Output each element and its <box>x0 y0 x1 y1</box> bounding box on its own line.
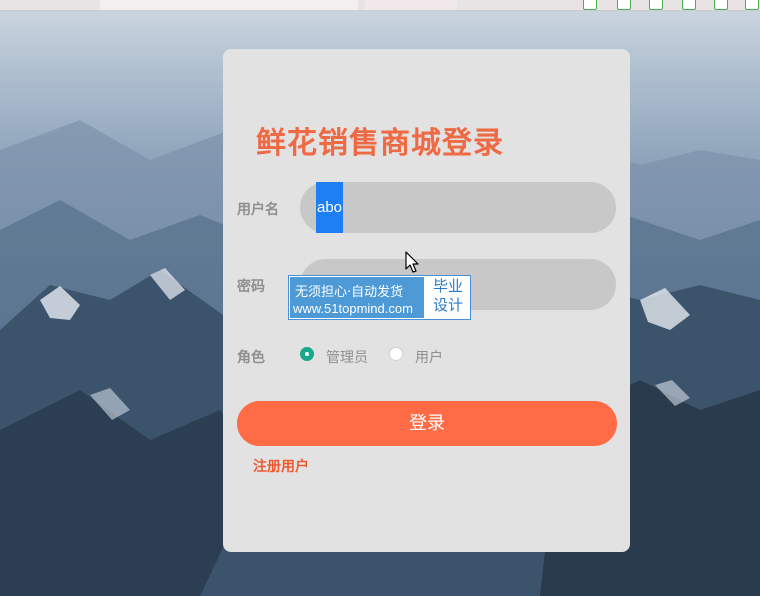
search-icon[interactable] <box>583 0 597 10</box>
grid-icon[interactable] <box>682 0 696 10</box>
radio-unselected-icon[interactable] <box>389 347 403 361</box>
tab-thumbnail <box>100 0 358 10</box>
password-label: 密码 <box>237 279 265 295</box>
username-input[interactable]: abo <box>300 182 616 233</box>
register-link[interactable]: 注册用户 <box>253 456 309 476</box>
download-icon[interactable] <box>617 0 631 10</box>
watermark-badge: 毕业 设计 <box>427 277 469 315</box>
watermark-left: 无须担心·自动发货 www.51topmind.com <box>290 277 424 318</box>
login-button[interactable]: 登录 <box>237 401 617 446</box>
radio-selected-icon[interactable] <box>300 347 314 361</box>
browser-top-strip <box>0 0 760 11</box>
watermark-banner: 无须担心·自动发货 www.51topmind.com 毕业 设计 <box>288 275 471 320</box>
settings-icon[interactable] <box>745 0 759 10</box>
username-label: 用户名 <box>237 202 279 218</box>
mouse-cursor-icon <box>405 251 419 273</box>
role-user-label[interactable]: 用户 <box>415 347 443 367</box>
watermark-slogan: 无须担心·自动发货 <box>295 285 404 300</box>
window-icon[interactable] <box>714 0 728 10</box>
role-admin-label[interactable]: 管理员 <box>326 347 368 367</box>
watermark-url: www.51topmind.com <box>293 301 413 316</box>
role-label: 角色 <box>237 350 265 366</box>
username-value: abo <box>316 182 344 233</box>
watermark-badge-line1: 毕业 <box>432 277 463 295</box>
watermark-badge-line2: 设计 <box>432 296 463 314</box>
tab-thumbnail <box>365 0 457 10</box>
screenshot-icon[interactable] <box>649 0 663 10</box>
page-title: 鲜花销售商城登录 <box>256 126 504 161</box>
